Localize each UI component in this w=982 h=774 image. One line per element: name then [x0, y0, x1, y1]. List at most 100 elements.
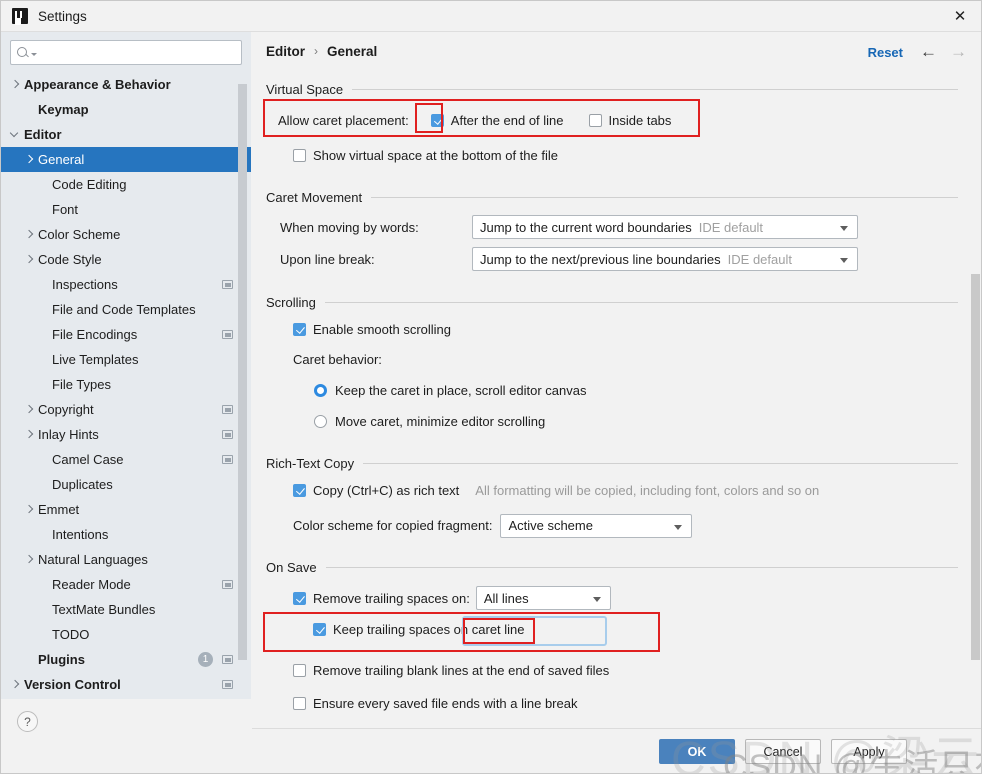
sidebar-item-label: Duplicates	[52, 477, 113, 492]
sidebar-item-textmate-bundles[interactable]: TextMate Bundles	[1, 597, 251, 622]
chevron-right-icon[interactable]	[11, 680, 20, 689]
copy-rich-text-label[interactable]: Copy (Ctrl+C) as rich text	[313, 483, 459, 498]
keep-trailing-spaces-label[interactable]: Keep trailing spaces on caret line	[333, 622, 525, 637]
when-moving-by-words-dropdown[interactable]: Jump to the current word boundaries IDE …	[472, 215, 858, 239]
enable-smooth-scrolling-label[interactable]: Enable smooth scrolling	[313, 322, 451, 337]
sidebar-item-file-types[interactable]: File Types	[1, 372, 251, 397]
sidebar-item-copyright[interactable]: Copyright	[1, 397, 251, 422]
remove-trailing-spaces-dropdown[interactable]: All lines	[475, 586, 611, 610]
keep-caret-label[interactable]: Keep the caret in place, scroll editor c…	[335, 383, 586, 398]
search-icon	[17, 46, 30, 59]
close-icon[interactable]: ✕	[937, 1, 981, 31]
breadcrumb-item-general: General	[327, 43, 378, 59]
sidebar-scrollbar[interactable]	[238, 72, 249, 732]
copy-rich-text-checkbox[interactable]	[293, 484, 306, 497]
show-virtual-space-checkbox[interactable]	[293, 149, 306, 162]
reset-button[interactable]: Reset	[868, 45, 903, 60]
remove-trailing-spaces-checkbox[interactable]	[293, 591, 306, 605]
caret-behavior-row: Caret behavior:	[266, 346, 981, 373]
chevron-down-icon	[592, 597, 601, 602]
upon-line-break-dropdown[interactable]: Jump to the next/previous line boundarie…	[472, 247, 858, 271]
section-title: Rich-Text Copy	[266, 456, 355, 471]
settings-tree[interactable]: Appearance & Behavior Keymap Editor General…	[1, 72, 251, 732]
main-scrollbar-thumb[interactable]	[971, 274, 980, 660]
inside-tabs-checkbox[interactable]	[588, 113, 602, 127]
open-in-window-icon[interactable]	[222, 580, 233, 589]
sidebar-item-duplicates[interactable]: Duplicates	[1, 472, 251, 497]
chevron-right-icon[interactable]	[25, 230, 34, 239]
sidebar-item-intentions[interactable]: Intentions	[1, 522, 251, 547]
search-box[interactable]	[10, 40, 242, 65]
breadcrumb: Editor › General Reset ← →	[252, 32, 981, 70]
ensure-line-break-checkbox[interactable]	[293, 697, 306, 710]
open-in-window-icon[interactable]	[222, 430, 233, 439]
after-end-of-line-label[interactable]: After the end of line	[451, 113, 564, 128]
sidebar-item-code-style[interactable]: Code Style	[1, 247, 251, 272]
sidebar-item-appearance-behavior[interactable]: Appearance & Behavior	[1, 72, 251, 97]
move-caret-label[interactable]: Move caret, minimize editor scrolling	[335, 414, 545, 429]
sidebar-item-label: Natural Languages	[38, 552, 148, 567]
keep-caret-row: Keep the caret in place, scroll editor c…	[266, 377, 981, 404]
keep-trailing-spaces-checkbox[interactable]	[313, 623, 326, 636]
open-in-window-icon[interactable]	[222, 680, 233, 689]
enable-smooth-scrolling-checkbox[interactable]	[293, 323, 306, 336]
cancel-button[interactable]: Cancel	[745, 739, 821, 764]
sidebar-item-camel-case[interactable]: Camel Case	[1, 447, 251, 472]
sidebar-item-file-and-code-templates[interactable]: File and Code Templates	[1, 297, 251, 322]
open-in-window-icon[interactable]	[222, 655, 233, 664]
sidebar-item-keymap[interactable]: Keymap	[1, 97, 251, 122]
open-in-window-icon[interactable]	[222, 280, 233, 289]
dropdown-value: Jump to the current word boundaries	[480, 219, 692, 235]
sidebar-item-file-encodings[interactable]: File Encodings	[1, 322, 251, 347]
sidebar-item-code-editing[interactable]: Code Editing	[1, 172, 251, 197]
after-end-of-line-checkbox[interactable]	[430, 113, 444, 127]
chevron-right-icon[interactable]	[25, 405, 34, 414]
breadcrumb-item-editor[interactable]: Editor	[266, 44, 305, 59]
sidebar-item-general[interactable]: General	[1, 147, 251, 172]
sidebar-item-plugins[interactable]: Plugins 1	[1, 647, 251, 672]
ok-button[interactable]: OK	[659, 739, 735, 764]
move-caret-radio[interactable]	[314, 415, 327, 428]
sidebar-item-version-control[interactable]: Version Control	[1, 672, 251, 697]
inside-tabs-label[interactable]: Inside tabs	[609, 113, 672, 128]
sidebar-item-font[interactable]: Font	[1, 197, 251, 222]
remove-blank-lines-checkbox[interactable]	[293, 664, 306, 677]
sidebar-item-emmet[interactable]: Emmet	[1, 497, 251, 522]
breadcrumb-separator: ›	[314, 44, 318, 58]
chevron-right-icon[interactable]	[25, 255, 34, 264]
dropdown-value: Jump to the next/previous line boundarie…	[480, 251, 721, 267]
sidebar-item-natural-languages[interactable]: Natural Languages	[1, 547, 251, 572]
chevron-right-icon[interactable]	[25, 505, 34, 514]
sidebar-item-label: Font	[52, 202, 79, 217]
sidebar-item-editor[interactable]: Editor	[1, 122, 251, 147]
chevron-right-icon[interactable]	[25, 155, 34, 164]
help-icon[interactable]: ?	[17, 711, 38, 732]
arrow-left-icon[interactable]: ←	[920, 43, 937, 60]
sidebar-item-inspections[interactable]: Inspections	[1, 272, 251, 297]
color-scheme-dropdown[interactable]: Active scheme	[500, 513, 693, 538]
sidebar-item-reader-mode[interactable]: Reader Mode	[1, 572, 251, 597]
sidebar-item-live-templates[interactable]: Live Templates	[1, 347, 251, 372]
remove-blank-lines-label[interactable]: Remove trailing blank lines at the end o…	[313, 663, 609, 678]
search-input[interactable]	[40, 44, 235, 61]
show-virtual-space-label[interactable]: Show virtual space at the bottom of the …	[313, 148, 558, 163]
help-bar: ?	[1, 699, 251, 744]
sidebar-item-color-scheme[interactable]: Color Scheme	[1, 222, 251, 247]
open-in-window-icon[interactable]	[222, 405, 233, 414]
chevron-right-icon[interactable]	[25, 555, 34, 564]
open-in-window-icon[interactable]	[222, 330, 233, 339]
apply-button[interactable]: Apply	[831, 739, 907, 764]
open-in-window-icon[interactable]	[222, 455, 233, 464]
sidebar-item-label: Live Templates	[52, 352, 139, 367]
section-divider	[352, 89, 958, 90]
chevron-down-icon[interactable]	[11, 130, 20, 139]
chevron-right-icon[interactable]	[11, 80, 20, 89]
remove-trailing-spaces-label[interactable]: Remove trailing spaces on:	[313, 591, 470, 606]
sidebar-item-inlay-hints[interactable]: Inlay Hints	[1, 422, 251, 447]
remove-blank-lines-row: Remove trailing blank lines at the end o…	[266, 657, 981, 684]
keep-caret-radio[interactable]	[314, 384, 327, 397]
sidebar-scrollbar-thumb[interactable]	[238, 84, 247, 660]
ensure-line-break-label[interactable]: Ensure every saved file ends with a line…	[313, 696, 577, 711]
sidebar-item-todo[interactable]: TODO	[1, 622, 251, 647]
chevron-right-icon[interactable]	[25, 430, 34, 439]
